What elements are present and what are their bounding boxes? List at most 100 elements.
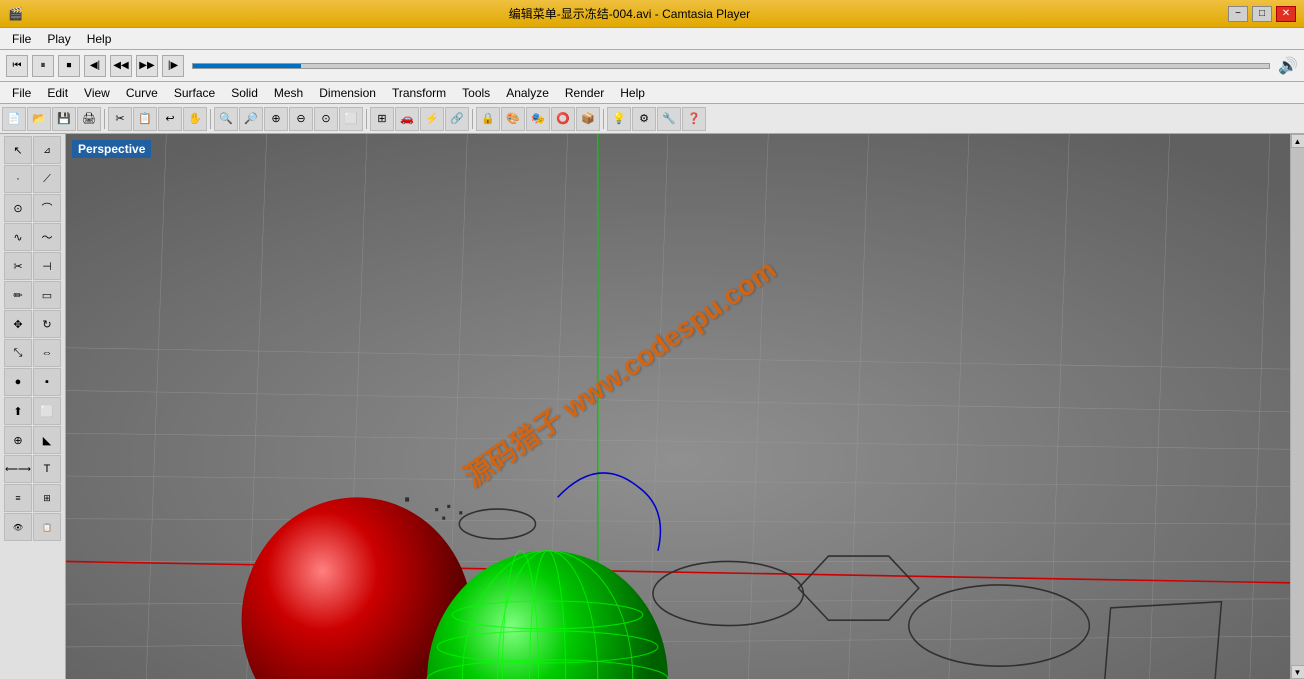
menu-transform[interactable]: Transform <box>384 84 454 102</box>
left-tool-box2[interactable]: ▪ <box>33 368 61 396</box>
menu-mesh[interactable]: Mesh <box>266 84 311 102</box>
close-button[interactable]: ✕ <box>1276 6 1296 22</box>
seekbar-fill <box>193 64 301 68</box>
tool-zoom6[interactable]: ⬜ <box>339 107 363 131</box>
left-tool-mirror[interactable]: ⇔ <box>33 339 61 367</box>
menu-surface[interactable]: Surface <box>166 84 223 102</box>
left-tool-named-view[interactable]: 👁 <box>4 513 32 541</box>
tool-circle[interactable]: ⭕ <box>551 107 575 131</box>
btn-skip-start[interactable]: ⏮ <box>6 55 28 77</box>
menu-help[interactable]: Help <box>612 84 653 102</box>
tool-copy[interactable]: 📋 <box>133 107 157 131</box>
left-tool-circle[interactable]: ⊙ <box>4 194 32 222</box>
left-tool-scale[interactable]: ⤡ <box>4 339 32 367</box>
tool-open[interactable]: 📂 <box>27 107 51 131</box>
tool-lock[interactable]: 🔒 <box>476 107 500 131</box>
left-tool-select2[interactable]: ⊿ <box>33 136 61 164</box>
tool-settings[interactable]: ⚙ <box>632 107 656 131</box>
minimize-button[interactable]: − <box>1228 6 1248 22</box>
left-tool-block[interactable]: ⊞ <box>33 484 61 512</box>
player-controls: ⏮ ⏸ ⏹ ◀| ◀◀ ▶▶ |▶ 🔊 <box>0 50 1304 82</box>
left-tool-extrude[interactable]: ⬆ <box>4 397 32 425</box>
left-tool-row-14: 👁 📋 <box>4 513 61 541</box>
sep3 <box>366 109 367 129</box>
menu-file[interactable]: File <box>4 84 39 102</box>
btn-next-frame[interactable]: |▶ <box>162 55 184 77</box>
player-menu-help[interactable]: Help <box>79 30 120 48</box>
tool-new[interactable]: 📄 <box>2 107 26 131</box>
left-tool-rect[interactable]: ▭ <box>33 281 61 309</box>
tool-pan[interactable]: ✋ <box>183 107 207 131</box>
tool-cut[interactable]: ✂ <box>108 107 132 131</box>
titlebar: 🎬 编辑菜单-显示冻结-004.avi - Camtasia Player − … <box>0 0 1304 28</box>
btn-fast-forward[interactable]: ▶▶ <box>136 55 158 77</box>
tool-color1[interactable]: 🎨 <box>501 107 525 131</box>
tool-zoom1[interactable]: 🔍 <box>214 107 238 131</box>
left-tool-history[interactable]: 📋 <box>33 513 61 541</box>
tool-bolt[interactable]: ⚡ <box>420 107 444 131</box>
menu-dimension[interactable]: Dimension <box>311 84 384 102</box>
menu-edit[interactable]: Edit <box>39 84 76 102</box>
scroll-up-arrow[interactable]: ▲ <box>1291 134 1304 148</box>
left-tool-arc[interactable]: ⌒ <box>33 194 61 222</box>
player-menu-play[interactable]: Play <box>39 30 78 48</box>
player-menu-file[interactable]: File <box>4 30 39 48</box>
tool-light[interactable]: 💡 <box>607 107 631 131</box>
volume-button[interactable]: 🔊 <box>1278 56 1298 76</box>
left-tool-select[interactable]: ↖ <box>4 136 32 164</box>
tool-color2[interactable]: 🎭 <box>526 107 550 131</box>
left-tool-sphere[interactable]: ● <box>4 368 32 396</box>
tool-zoom3[interactable]: ⊕ <box>264 107 288 131</box>
menu-render[interactable]: Render <box>557 84 612 102</box>
tool-help[interactable]: ❓ <box>682 107 706 131</box>
left-tool-boolean[interactable]: ⊕ <box>4 426 32 454</box>
restore-button[interactable]: □ <box>1252 6 1272 22</box>
tool-print[interactable]: 🖨 <box>77 107 101 131</box>
sep2 <box>210 109 211 129</box>
viewport[interactable]: Perspective 源码猎子 www.codespu.com <box>66 134 1290 679</box>
left-tool-edit[interactable]: ✏ <box>4 281 32 309</box>
btn-pause[interactable]: ⏸ <box>32 55 54 77</box>
tool-save[interactable]: 💾 <box>52 107 76 131</box>
btn-prev-frame[interactable]: ◀| <box>84 55 106 77</box>
scroll-down-arrow[interactable]: ▼ <box>1291 665 1304 679</box>
left-toolbar: ↖ ⊿ · ⟋ ⊙ ⌒ ∿ 〜 ✂ ⊣ ✏ ▭ ✥ ↻ ⤡ ⇔ <box>0 134 66 679</box>
menu-curve[interactable]: Curve <box>118 84 166 102</box>
menu-solid[interactable]: Solid <box>223 84 266 102</box>
left-tool-point[interactable]: · <box>4 165 32 193</box>
tool-zoom2[interactable]: 🔎 <box>239 107 263 131</box>
tool-link[interactable]: 🔗 <box>445 107 469 131</box>
left-tool-row-1: ↖ ⊿ <box>4 136 61 164</box>
left-tool-hatch[interactable]: ≡ <box>4 484 32 512</box>
left-tool-curve[interactable]: ∿ <box>4 223 32 251</box>
left-tool-loft[interactable]: ⬜ <box>33 397 61 425</box>
sep5 <box>603 109 604 129</box>
left-tool-trim[interactable]: ✂ <box>4 252 32 280</box>
left-tool-row-9: ● ▪ <box>4 368 61 396</box>
seekbar[interactable] <box>192 63 1270 69</box>
scrollbar-right[interactable]: ▲ ▼ <box>1290 134 1304 679</box>
left-tool-move[interactable]: ✥ <box>4 310 32 338</box>
btn-stop[interactable]: ⏹ <box>58 55 80 77</box>
left-tool-extend[interactable]: ⊣ <box>33 252 61 280</box>
left-tool-line[interactable]: ⟋ <box>33 165 61 193</box>
left-tool-freeform[interactable]: 〜 <box>33 223 61 251</box>
tool-zoom5[interactable]: ⊙ <box>314 107 338 131</box>
sep4 <box>472 109 473 129</box>
left-tool-dim[interactable]: ⟵⟶ <box>4 455 32 483</box>
btn-rewind[interactable]: ◀◀ <box>110 55 132 77</box>
tool-wrench[interactable]: 🔧 <box>657 107 681 131</box>
left-tool-row-12: ⟵⟶ T <box>4 455 61 483</box>
menu-analyze[interactable]: Analyze <box>498 84 557 102</box>
tool-grid[interactable]: ⊞ <box>370 107 394 131</box>
tool-zoom4[interactable]: ⊖ <box>289 107 313 131</box>
scroll-track[interactable] <box>1291 148 1304 665</box>
tool-undo[interactable]: ↩ <box>158 107 182 131</box>
left-tool-text[interactable]: T <box>33 455 61 483</box>
left-tool-rotate[interactable]: ↻ <box>33 310 61 338</box>
menu-view[interactable]: View <box>76 84 118 102</box>
tool-box[interactable]: 📦 <box>576 107 600 131</box>
left-tool-chamfer[interactable]: ◣ <box>33 426 61 454</box>
menu-tools[interactable]: Tools <box>454 84 498 102</box>
tool-snap[interactable]: 🚗 <box>395 107 419 131</box>
